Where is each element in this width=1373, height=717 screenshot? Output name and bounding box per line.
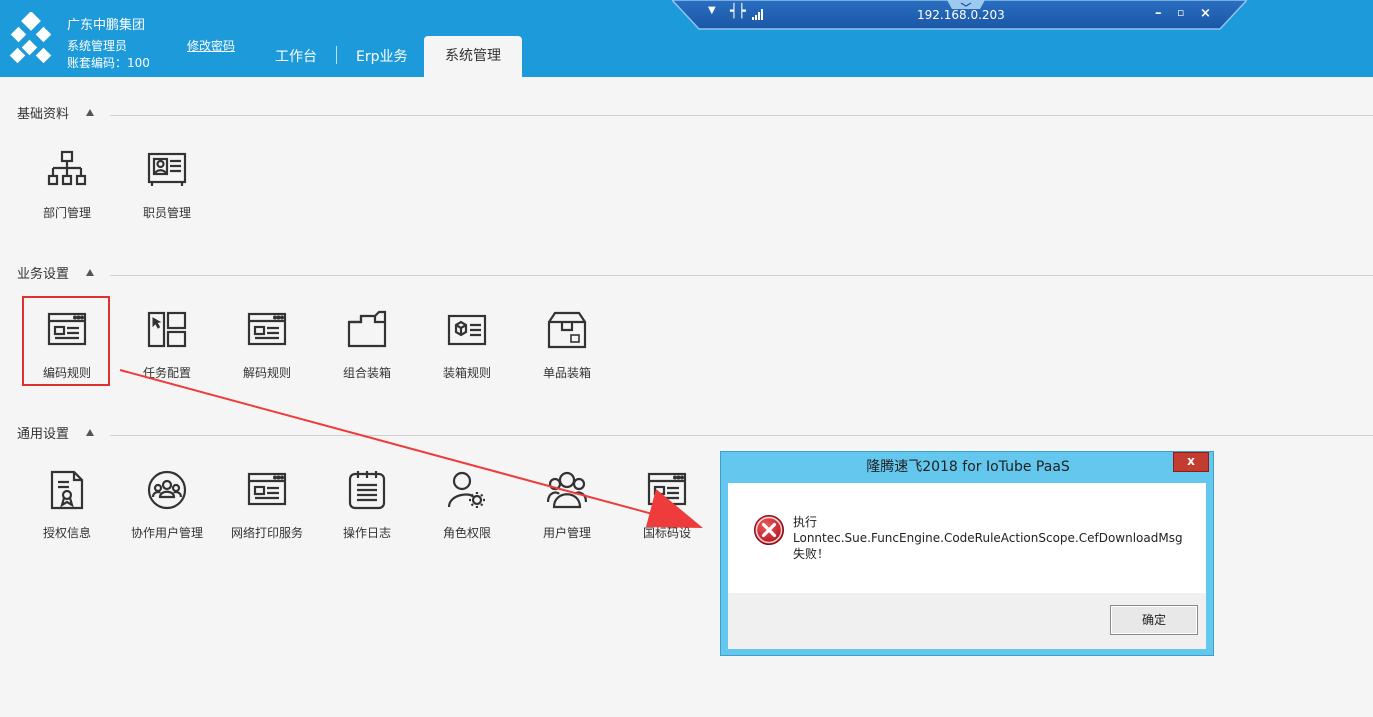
menu-item-label: 角色权限 xyxy=(442,526,491,540)
menu-item-license-info[interactable]: 授权信息 xyxy=(22,470,112,540)
change-password-link[interactable]: 修改密码 xyxy=(187,37,235,54)
menu-item-label: 职员管理 xyxy=(142,206,191,220)
menu-item-print-service[interactable]: 网络打印服务 xyxy=(222,470,312,540)
org-chart-icon xyxy=(47,150,87,186)
section-title-business: 业务设置 xyxy=(17,267,70,282)
bar-menu-arrow-icon[interactable]: ▼ xyxy=(708,5,716,16)
layout-grid-icon xyxy=(147,311,187,348)
menu-item-gb-code[interactable]: 国标码设 xyxy=(622,470,712,540)
company-name: 广东中鹏集团 xyxy=(67,18,146,33)
dialog-body: 执行 Lonntec.Sue.FuncEngine.CodeRuleAction… xyxy=(728,483,1206,649)
message-line: 执行 xyxy=(793,515,818,529)
section-title-basic: 基础资料 xyxy=(17,107,70,122)
menu-item-staff[interactable]: 职员管理 xyxy=(122,150,212,220)
remote-connection-bar: ▼ ┥┝ 192.168.0.203 – ▫ × xyxy=(672,0,1247,30)
menu-item-label: 协作用户管理 xyxy=(130,526,203,540)
account-code: 账套编码：100 xyxy=(67,56,150,70)
certificate-icon xyxy=(50,470,84,510)
tab-erp[interactable]: Erp业务 xyxy=(356,46,408,66)
signal-strength-icon xyxy=(752,9,763,20)
menu-item-label: 任务配置 xyxy=(142,366,191,380)
message-line: 失败！ xyxy=(793,547,830,561)
section-divider xyxy=(110,115,1373,116)
browser-window-icon xyxy=(647,472,687,506)
menu-item-collab-users[interactable]: 协作用户管理 xyxy=(122,470,212,540)
menu-item-label: 操作日志 xyxy=(342,526,391,540)
user-role: 系统管理员 xyxy=(67,39,128,53)
error-icon xyxy=(754,515,784,545)
remote-ip-address: 192.168.0.203 xyxy=(917,8,1005,22)
menu-item-single-packing[interactable]: 单品装箱 xyxy=(522,310,612,380)
browser-window-icon xyxy=(247,312,287,346)
menu-item-decode-rule[interactable]: 解码规则 xyxy=(222,310,312,380)
collapse-triangle-icon[interactable] xyxy=(86,429,94,436)
section-divider xyxy=(110,275,1373,276)
dialog-title: 隆腾速飞2018 for IoTube PaaS xyxy=(866,459,1070,475)
tab-workbench[interactable]: 工作台 xyxy=(275,46,317,66)
dialog-footer: 确定 xyxy=(728,593,1206,649)
user-gear-icon xyxy=(447,471,485,508)
collapse-triangle-icon[interactable] xyxy=(86,269,94,276)
dialog-close-button[interactable]: x xyxy=(1173,452,1209,472)
app-header: 广东中鹏集团 系统管理员 账套编码：100 修改密码 工作台 Erp业务 系统管… xyxy=(0,0,1373,77)
ok-button[interactable]: 确定 xyxy=(1110,605,1198,635)
error-dialog: 隆腾速飞2018 for IoTube PaaS x 执行 Lonntec.Su… xyxy=(720,451,1214,656)
menu-item-role-permission[interactable]: 角色权限 xyxy=(422,470,512,540)
users-icon xyxy=(547,471,587,509)
company-logo-icon xyxy=(9,12,52,64)
annotation-highlight-box xyxy=(22,296,110,386)
box-card-icon xyxy=(447,314,487,346)
pin-icon[interactable]: ┥┝ xyxy=(730,4,746,19)
menu-item-label: 用户管理 xyxy=(542,526,591,540)
package-icon xyxy=(547,311,587,349)
tab-system-management[interactable]: 系统管理 xyxy=(424,36,522,77)
menu-item-combined-packing[interactable]: 组合装箱 xyxy=(322,310,412,380)
menu-item-label: 装箱规则 xyxy=(442,366,491,380)
section-divider xyxy=(110,435,1373,436)
minimize-icon[interactable]: – xyxy=(1155,6,1162,21)
menu-item-label: 解码规则 xyxy=(242,366,291,380)
message-line: Lonntec.Sue.FuncEngine.CodeRuleActionSco… xyxy=(793,531,1183,545)
collapse-triangle-icon[interactable] xyxy=(86,109,94,116)
menu-item-task-config[interactable]: 任务配置 xyxy=(122,310,212,380)
browser-window-icon xyxy=(247,472,287,506)
menu-item-label: 部门管理 xyxy=(42,206,91,220)
menu-item-label: 组合装箱 xyxy=(342,366,391,380)
log-notebook-icon xyxy=(348,471,386,510)
user-group-icon xyxy=(147,470,187,510)
menu-item-label: 单品装箱 xyxy=(542,366,591,380)
close-remote-icon[interactable]: × xyxy=(1200,6,1211,21)
tab-divider xyxy=(336,46,337,64)
error-message: 执行 Lonntec.Sue.FuncEngine.CodeRuleAction… xyxy=(793,514,1183,562)
menu-item-label: 国标码设 xyxy=(642,526,691,540)
id-card-icon xyxy=(147,152,187,186)
section-title-general: 通用设置 xyxy=(17,427,70,442)
menu-item-label: 网络打印服务 xyxy=(230,526,303,540)
menu-item-packing-rule[interactable]: 装箱规则 xyxy=(422,310,512,380)
folder-icon xyxy=(347,310,387,348)
menu-item-user-management[interactable]: 用户管理 xyxy=(522,470,612,540)
restore-icon[interactable]: ▫ xyxy=(1177,6,1184,19)
menu-item-operation-log[interactable]: 操作日志 xyxy=(322,470,412,540)
menu-item-label: 授权信息 xyxy=(42,526,91,540)
menu-item-department[interactable]: 部门管理 xyxy=(22,150,112,220)
